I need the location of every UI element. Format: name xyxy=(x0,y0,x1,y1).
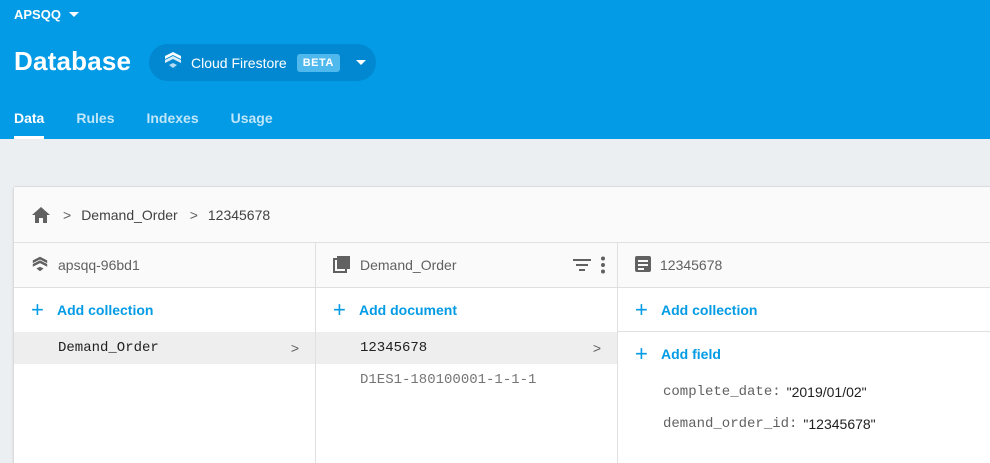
add-field-label: Add field xyxy=(661,346,721,362)
firestore-icon xyxy=(163,50,183,75)
add-collection-label: Add collection xyxy=(57,302,154,318)
plus-icon: + xyxy=(635,296,648,322)
add-subcollection-button[interactable]: + Add collection xyxy=(618,288,990,332)
document-item-label: 12345678 xyxy=(360,340,428,356)
document-column: 12345678 + Add collection + Add field co… xyxy=(618,243,990,463)
collection-title: Demand_Order xyxy=(360,257,457,273)
list-item[interactable]: Demand_Order > xyxy=(14,332,315,364)
collection-column: Demand_Order + Add document 12345678 > D… xyxy=(316,243,618,463)
chevron-down-icon xyxy=(355,60,366,65)
collection-icon xyxy=(333,255,351,276)
tab-usage[interactable]: Usage xyxy=(231,110,273,139)
add-subcollection-label: Add collection xyxy=(661,301,758,318)
field-value: "2019/01/02" xyxy=(786,384,867,400)
add-field-button[interactable]: + Add field xyxy=(618,332,990,376)
filter-icon[interactable] xyxy=(573,258,591,275)
document-icon xyxy=(635,255,651,275)
plus-icon: + xyxy=(635,341,648,366)
data-panel: > Demand_Order > 12345678 apsqq-96bd1 + … xyxy=(13,186,990,463)
product-name: Cloud Firestore xyxy=(191,54,287,71)
project-name: APSQQ xyxy=(14,7,61,22)
beta-badge: BETA xyxy=(296,53,340,72)
field-key: complete_date: xyxy=(663,384,781,400)
field-value: "12345678" xyxy=(803,416,876,432)
firestore-icon xyxy=(31,255,49,276)
document-field[interactable]: demand_order_id: "12345678" xyxy=(618,408,990,440)
home-icon[interactable] xyxy=(31,206,51,224)
chevron-right-icon: > xyxy=(189,206,198,223)
breadcrumb-item-collection[interactable]: Demand_Order xyxy=(81,207,178,223)
root-column-header: apsqq-96bd1 xyxy=(14,243,315,288)
add-collection-button[interactable]: + Add collection xyxy=(14,288,315,332)
product-selector[interactable]: Cloud Firestore BETA xyxy=(149,44,376,81)
tab-indexes[interactable]: Indexes xyxy=(146,110,198,139)
plus-icon: + xyxy=(31,297,44,322)
caret-down-icon xyxy=(68,12,79,17)
breadcrumb-item-document[interactable]: 12345678 xyxy=(208,207,270,223)
tab-data[interactable]: Data xyxy=(14,110,45,139)
project-selector[interactable]: APSQQ xyxy=(14,7,79,22)
document-field[interactable]: complete_date: "2019/01/02" xyxy=(618,376,990,408)
chevron-right-icon: > xyxy=(290,340,299,356)
document-item-label: D1ES1-180100001-1-1-1 xyxy=(360,372,537,388)
chevron-right-icon: > xyxy=(63,206,72,223)
collection-column-header: Demand_Order xyxy=(316,243,617,288)
tab-rules[interactable]: Rules xyxy=(76,110,114,139)
add-document-label: Add document xyxy=(359,302,457,318)
app-header: APSQQ Database Cloud Firestore BETA Data… xyxy=(0,0,990,139)
document-column-header: 12345678 xyxy=(618,243,990,288)
root-column: apsqq-96bd1 + Add collection Demand_Orde… xyxy=(14,243,316,463)
collection-item-label: Demand_Order xyxy=(58,340,159,356)
add-document-button[interactable]: + Add document xyxy=(316,288,617,332)
root-title: apsqq-96bd1 xyxy=(58,257,140,273)
collection-actions xyxy=(573,256,605,277)
breadcrumb: > Demand_Order > 12345678 xyxy=(14,187,990,243)
more-vert-icon[interactable] xyxy=(601,256,605,277)
chevron-right-icon: > xyxy=(592,340,601,356)
field-key: demand_order_id: xyxy=(663,416,798,432)
page-title: Database xyxy=(14,46,132,76)
list-item[interactable]: 12345678 > xyxy=(316,332,617,364)
tab-bar: Data Rules Indexes Usage xyxy=(14,110,305,139)
document-title: 12345678 xyxy=(660,257,723,273)
plus-icon: + xyxy=(333,297,346,322)
list-item[interactable]: D1ES1-180100001-1-1-1 xyxy=(316,364,617,396)
